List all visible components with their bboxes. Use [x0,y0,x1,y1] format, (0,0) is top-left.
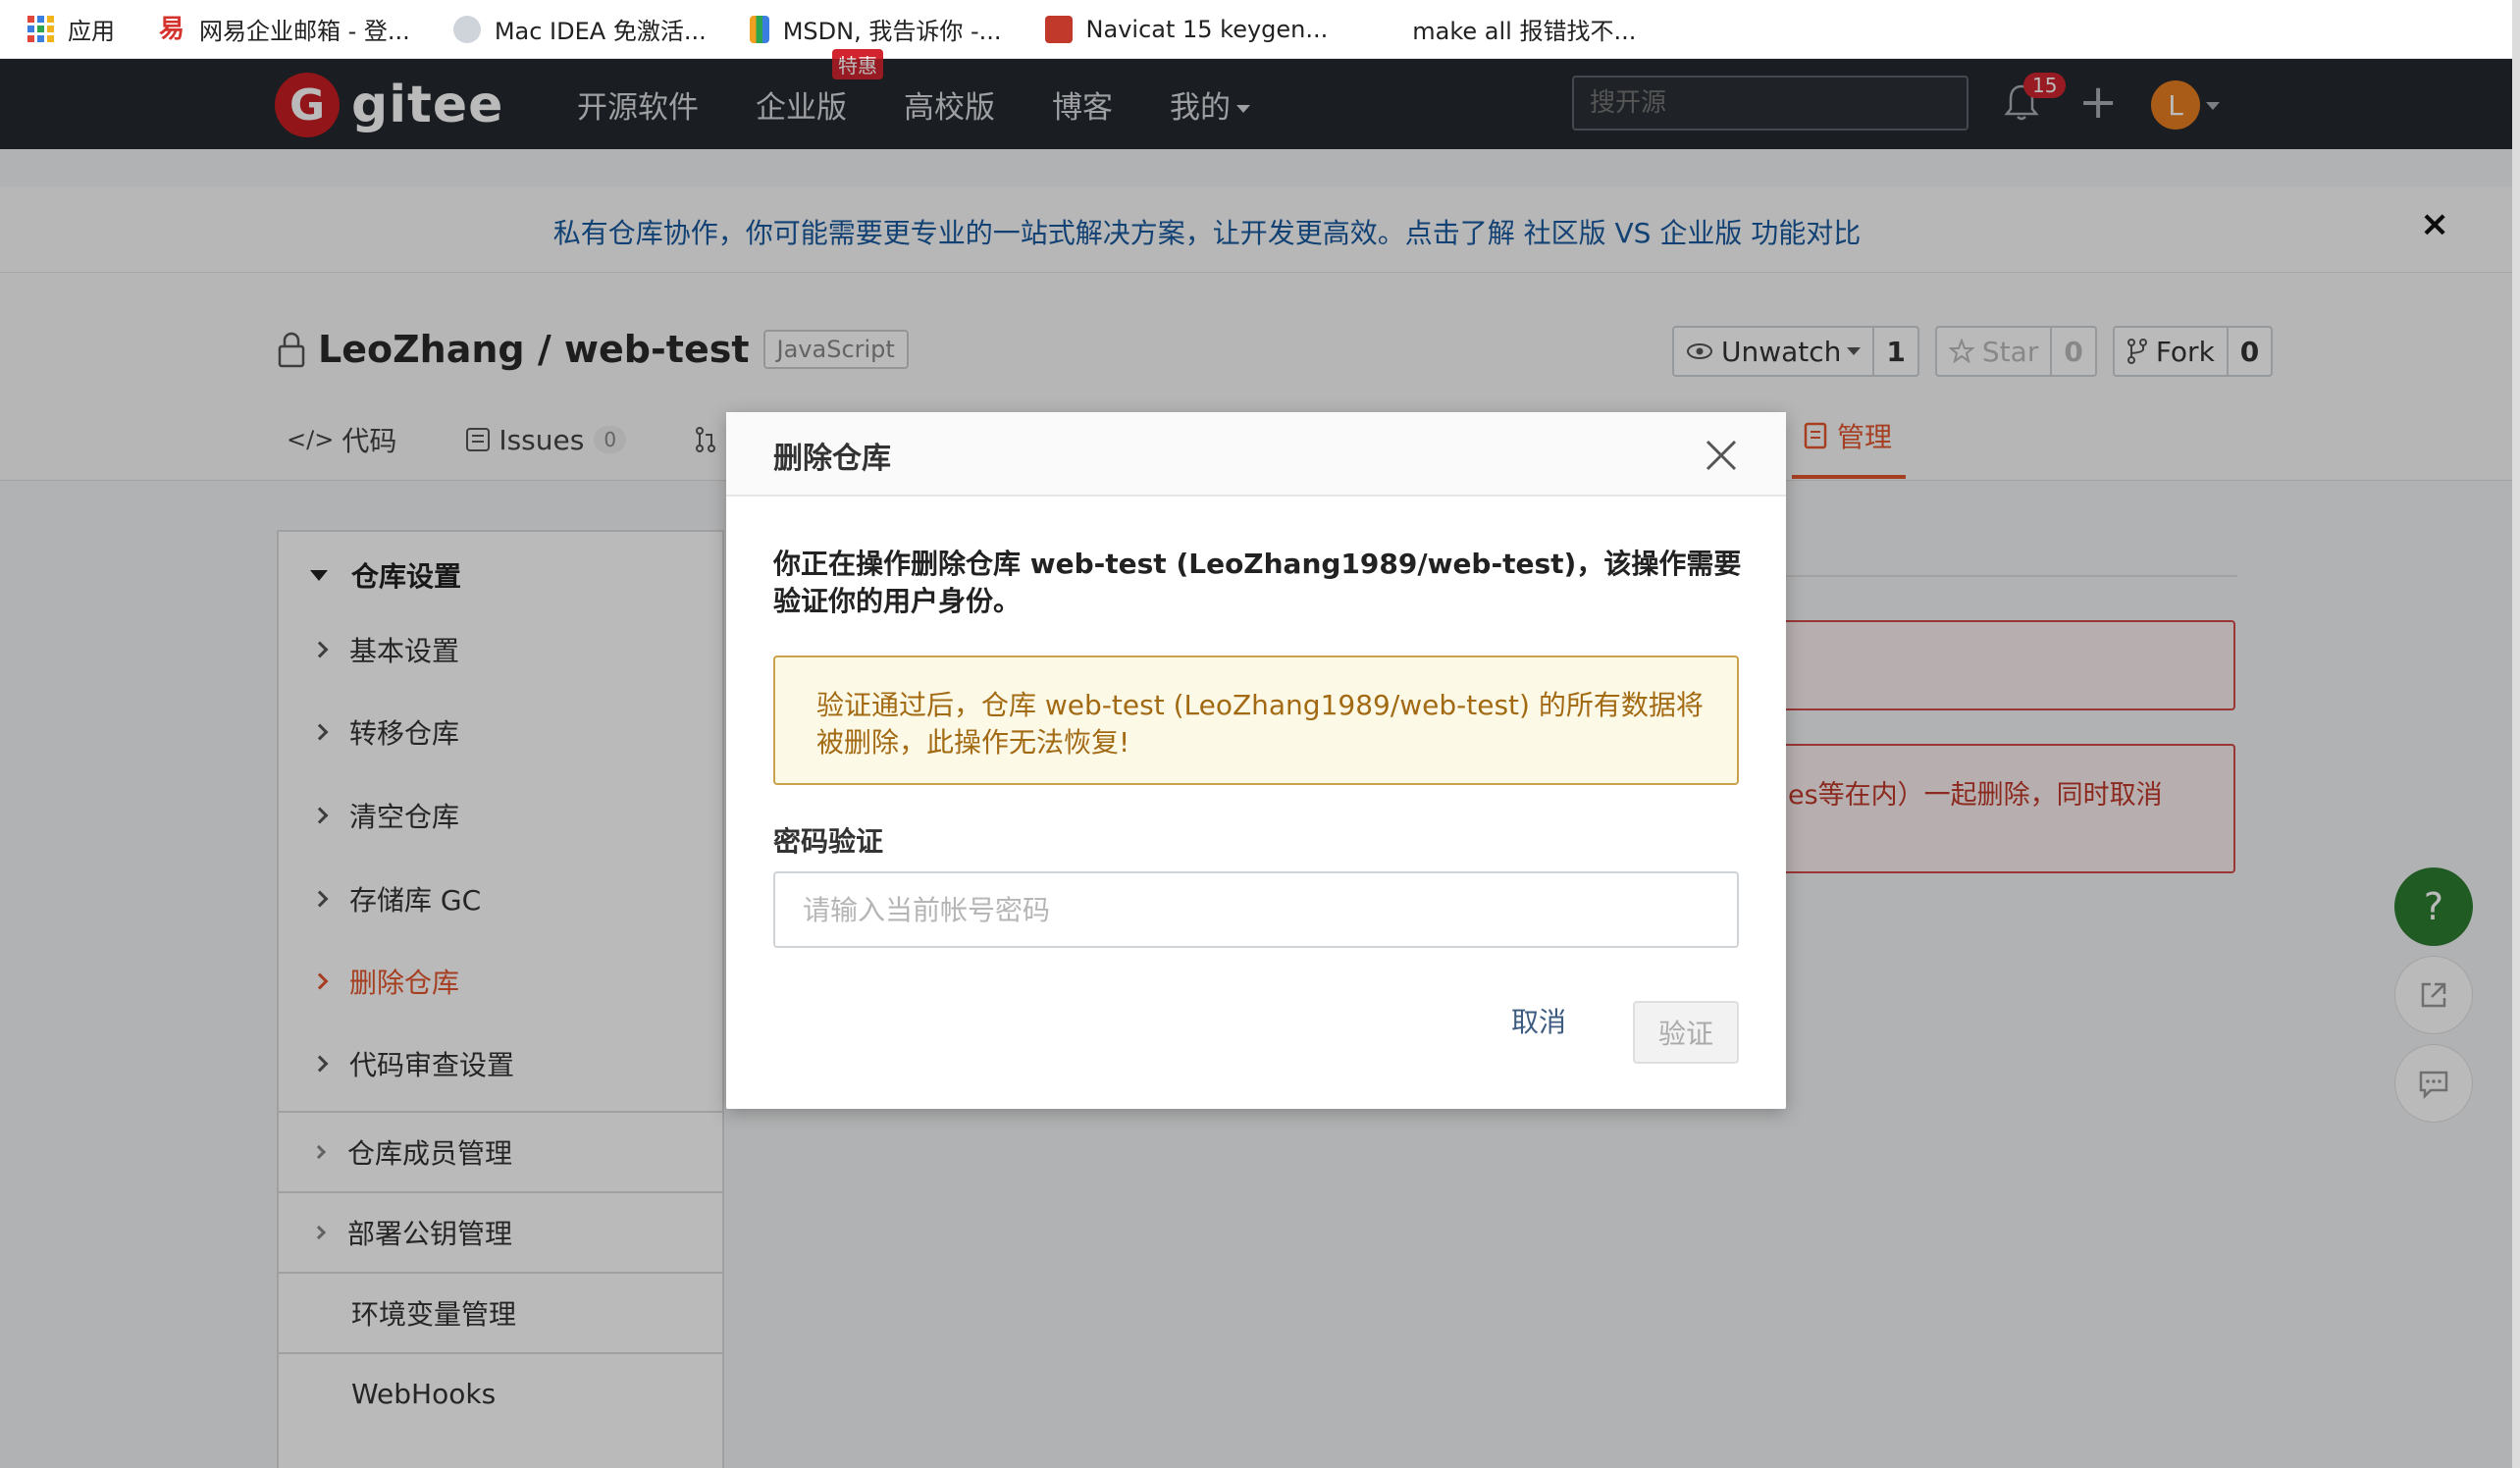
avatar-icon [452,15,481,43]
apps-grid-icon [27,16,54,42]
verify-button[interactable]: 验证 [1633,1001,1739,1064]
msdn-icon [749,15,769,43]
warning-text: 验证通过后，仓库 web-test (LeoZhang1989/web-test… [816,689,1704,759]
netease-icon: 易 [158,14,185,44]
window-scrollbar [2512,0,2520,1468]
bookmark-label: make all 报错找不... [1412,18,1637,45]
bookmarks-bar: 应用 易 网易企业邮箱 - 登... Mac IDEA 免激活... MSDN,… [0,0,2520,59]
blank-icon [1371,16,1398,43]
dialog-description: 你正在操作删除仓库 web-test (LeoZhang1989/web-tes… [773,548,1742,617]
warning-box: 验证通过后，仓库 web-test (LeoZhang1989/web-test… [773,655,1739,785]
bookmark-navicat[interactable]: Navicat 15 keygen... [1044,15,1329,43]
cancel-button[interactable]: 取消 [1511,1001,1566,1040]
password-label: 密码验证 [773,825,884,858]
bookmark-mac-idea[interactable]: Mac IDEA 免激活... [452,12,707,46]
bookmark-label: Mac IDEA 免激活... [494,18,707,45]
delete-repo-dialog: 删除仓库 你正在操作删除仓库 web-test (LeoZhang1989/we… [726,412,1786,1109]
bookmark-msdn[interactable]: MSDN, 我告诉你 -... [749,12,1002,46]
bookmark-label: 应用 [68,18,115,45]
bookmark-apps[interactable]: 应用 [27,12,115,46]
dialog-title: 删除仓库 [773,442,891,476]
bookmark-netease-mail[interactable]: 易 网易企业邮箱 - 登... [158,12,410,46]
bookmark-make-all[interactable]: make all 报错找不... [1371,12,1636,46]
dialog-header: 删除仓库 [726,412,1786,497]
close-icon[interactable] [1704,438,1739,473]
bookmark-label: MSDN, 我告诉你 -... [782,18,1002,45]
bookmark-label: 网易企业邮箱 - 登... [199,18,410,45]
password-field[interactable] [773,871,1739,948]
bookmark-label: Navicat 15 keygen... [1085,15,1329,43]
cnblogs-icon [1044,15,1073,43]
